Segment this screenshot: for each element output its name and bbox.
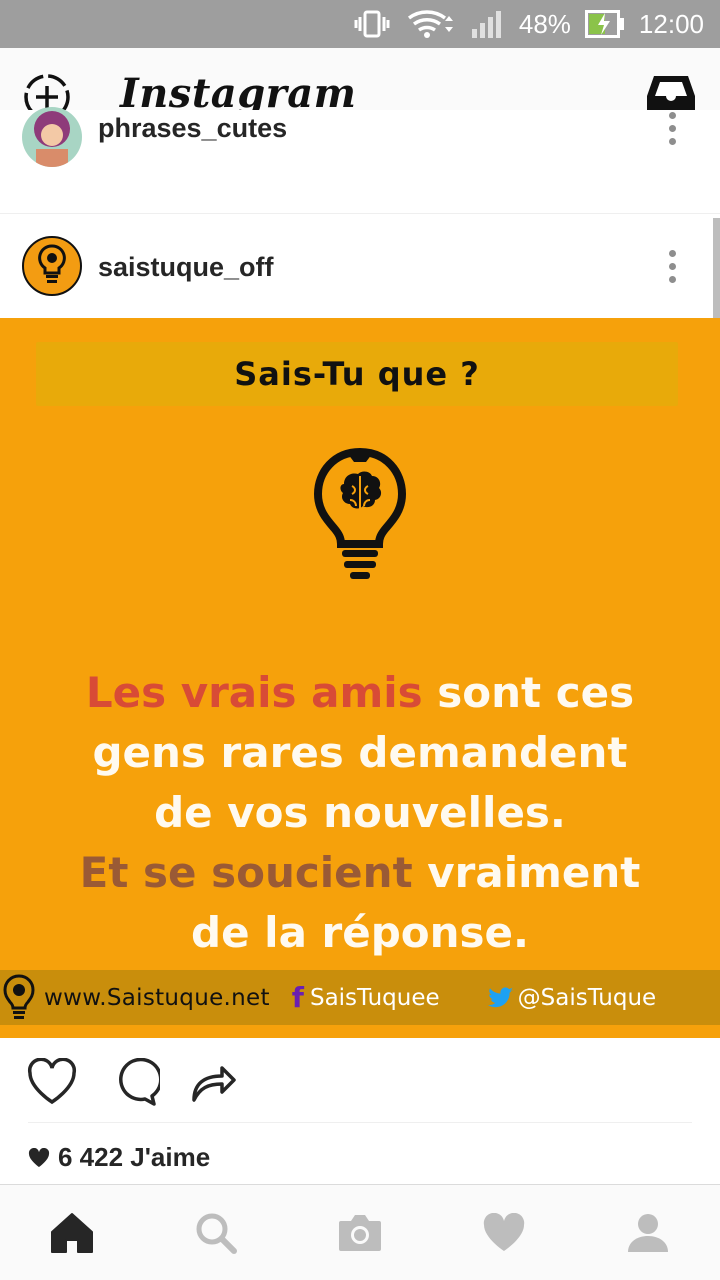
post-header: saistuque_off (0, 214, 720, 318)
lightbulb-brain-icon (310, 446, 410, 582)
quote-highlight: Et se soucient (79, 848, 413, 897)
share-icon[interactable] (188, 1058, 240, 1106)
post-header: phrases_cutes (0, 107, 720, 214)
twitter-icon (487, 986, 513, 1007)
twitter-handle: @SaisTuque (487, 984, 657, 1011)
clock: 12:00 (638, 8, 704, 39)
avatar[interactable] (22, 107, 82, 167)
quote-line: de vos nouvelles. (154, 788, 566, 837)
likes-count[interactable]: 6 422 J'aime (28, 1142, 210, 1173)
quote-line: de la réponse. (191, 908, 529, 957)
wifi-icon (405, 8, 457, 40)
quote-line: gens rares demandent (92, 728, 628, 777)
camera-icon[interactable] (332, 1207, 388, 1259)
image-footer: www.Saistuque.net f SaisTuquee @SaisTuque (0, 970, 720, 1025)
banner-text: Sais-Tu que ? (234, 355, 480, 393)
battery-percent: 48% (518, 8, 571, 39)
avatar[interactable] (22, 236, 82, 296)
facebook-handle: f SaisTuquee (292, 981, 440, 1014)
post-username[interactable]: phrases_cutes (98, 113, 287, 144)
signal-icon (471, 9, 505, 39)
more-options-icon[interactable] (664, 250, 680, 286)
comment-icon[interactable] (108, 1057, 163, 1106)
vibrate-icon (353, 9, 391, 39)
post-username[interactable]: saistuque_off (98, 252, 274, 283)
more-options-icon[interactable] (664, 112, 680, 148)
quote-highlight: Les vrais amis (85, 668, 423, 717)
post-image[interactable]: Sais-Tu que ? Les vrais amis sont ces ge… (0, 318, 720, 1038)
image-banner: Sais-Tu que ? (36, 342, 678, 406)
bottom-navigation (0, 1184, 720, 1280)
small-heart-icon (28, 1147, 50, 1167)
status-bar: 48% 12:00 (0, 0, 720, 48)
profile-icon[interactable] (620, 1207, 676, 1259)
battery-charging-icon (584, 10, 625, 38)
facebook-icon: f (291, 981, 304, 1014)
heart-icon[interactable] (476, 1207, 532, 1259)
twitter-text: @SaisTuque (517, 984, 657, 1011)
quote-line: sont ces (422, 668, 635, 717)
post-actions (0, 1038, 720, 1128)
website-text: www.Saistuque.net (44, 984, 270, 1011)
lightbulb-icon (2, 973, 36, 1023)
home-icon[interactable] (44, 1207, 100, 1259)
search-icon[interactable] (188, 1207, 244, 1259)
facebook-text: SaisTuquee (309, 984, 440, 1011)
likes-text: 6 422 J'aime (58, 1142, 211, 1172)
divider (28, 1122, 692, 1123)
quote-text: Les vrais amis sont ces gens rares deman… (0, 663, 720, 963)
quote-line: vraiment (412, 848, 641, 897)
like-heart-icon[interactable] (26, 1057, 78, 1106)
